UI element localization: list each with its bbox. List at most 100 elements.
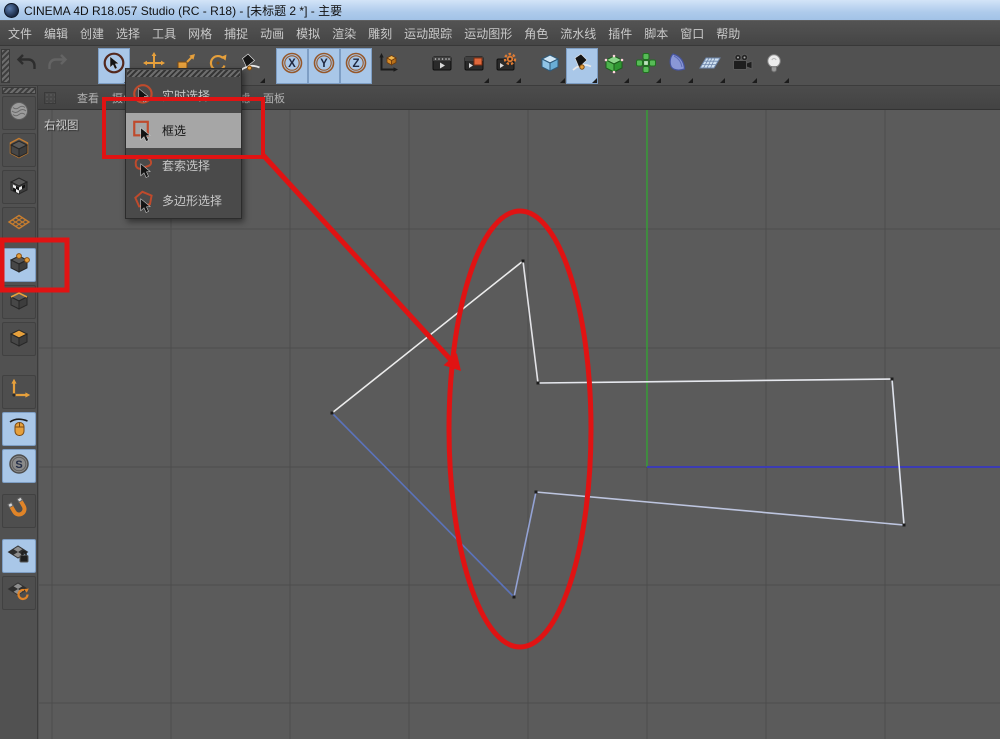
menubar-item-工具[interactable]: 工具 [146,25,182,42]
viewport-menu-面板[interactable]: 面板 [263,90,285,106]
menubar-item-运动跟踪[interactable]: 运动跟踪 [398,25,458,42]
dropdown-item-label: 实时选择 [162,87,210,104]
menubar-item-编辑[interactable]: 编辑 [38,25,74,42]
window-title: CINEMA 4D R18.057 Studio (RC - R18) - [未… [24,2,342,19]
snap-mode-button[interactable]: S [2,449,36,483]
undo-button[interactable] [12,48,42,84]
menubar-item-文件[interactable]: 文件 [2,25,38,42]
render-settings-button[interactable] [490,48,522,84]
menubar-item-模拟[interactable]: 模拟 [290,25,326,42]
menubar-item-窗口[interactable]: 窗口 [674,25,710,42]
menubar-item-角色[interactable]: 角色 [518,25,554,42]
dropdown-item-实时选择[interactable]: 实时选择 [126,78,241,113]
spline-point[interactable] [331,412,334,415]
menubar-item-动画[interactable]: 动画 [254,25,290,42]
spline-point[interactable] [513,596,516,599]
dropdown-item-label: 多边形选择 [162,192,222,209]
dropdown-item-套索选择[interactable]: 套索选择 [126,148,241,183]
polygon-mode-button[interactable] [2,322,36,356]
spline-point[interactable] [537,382,540,385]
spline-point[interactable] [891,378,894,381]
make-editable-icon [7,99,31,128]
render-settings-icon [494,51,518,80]
point-mode-button[interactable] [2,248,36,282]
undo-icon [15,51,39,80]
camera-button[interactable] [726,48,758,84]
axis-mode-button[interactable] [2,375,36,409]
primitive-cube-button[interactable] [534,48,566,84]
selection-arrow-icon [102,51,126,80]
tweak-mode-button[interactable] [2,412,36,446]
polygon-selection-icon [126,188,162,214]
render-region-button[interactable] [458,48,490,84]
spline-point[interactable] [522,260,525,263]
menubar-item-创建[interactable]: 创建 [74,25,110,42]
viewport-menu-查看[interactable]: 查看 [77,90,99,106]
magnet-snap-button[interactable] [2,494,36,528]
render-region-icon [462,51,486,80]
dropdown-item-多边形选择[interactable]: 多边形选择 [126,183,241,218]
environment-icon [698,51,722,80]
rotate-workplane-button[interactable] [2,576,36,610]
menu-bar: 文件编辑创建选择工具网格捕捉动画模拟渲染雕刻运动跟踪运动图形角色流水线插件脚本窗… [0,20,1000,46]
workplane-rotate-icon [7,579,31,608]
title-bar[interactable]: CINEMA 4D R18.057 Studio (RC - R18) - [未… [0,0,1000,20]
toolbar-drag-handle[interactable] [1,49,10,83]
light-icon [762,51,786,80]
mograph-button[interactable] [630,48,662,84]
subdivision-icon [602,51,626,80]
dropdown-item-label: 套索选择 [162,157,210,174]
model-mode-button[interactable] [2,133,36,167]
sidebar-drag-handle[interactable] [2,87,36,94]
mograph-icon [634,51,658,80]
dropdown-tearoff-handle[interactable] [127,70,240,77]
menubar-item-脚本[interactable]: 脚本 [638,25,674,42]
dropdown-item-label: 框选 [162,122,186,139]
coordinate-system-button[interactable] [372,48,404,84]
spline-point[interactable] [535,491,538,494]
lock-x-axis-button[interactable]: X [276,48,308,84]
render-view-button[interactable] [426,48,458,84]
redo-button[interactable] [42,48,72,84]
selection-tool-dropdown: 实时选择框选套索选择多边形选择 [125,68,242,219]
coordinate-system-icon [376,51,400,80]
light-button[interactable] [758,48,790,84]
axis-mode-icon [7,378,31,407]
subdivision-surface-button[interactable] [598,48,630,84]
deformer-icon [666,51,690,80]
workplane-lock-icon [7,542,31,571]
menubar-item-雕刻[interactable]: 雕刻 [362,25,398,42]
menubar-item-运动图形[interactable]: 运动图形 [458,25,518,42]
svg-text:X: X [288,58,296,70]
menubar-item-渲染[interactable]: 渲染 [326,25,362,42]
menubar-item-选择[interactable]: 选择 [110,25,146,42]
menubar-item-流水线[interactable]: 流水线 [554,25,602,42]
workplane-mode-button[interactable] [2,207,36,241]
dropdown-item-框选[interactable]: 框选 [126,113,241,148]
environment-button[interactable] [694,48,726,84]
deformer-button[interactable] [662,48,694,84]
svg-text:S: S [15,459,22,471]
menubar-item-捕捉[interactable]: 捕捉 [218,25,254,42]
convert-editable-button[interactable] [2,96,36,130]
camera-icon [730,51,754,80]
spline-pen-icon [570,51,594,80]
workplane-icon [7,210,31,239]
axis-x-icon: X [280,51,304,80]
menubar-item-插件[interactable]: 插件 [602,25,638,42]
cinema4d-app-icon [4,3,19,18]
spline-point[interactable] [903,524,906,527]
menubar-item-网格[interactable]: 网格 [182,25,218,42]
menubar-item-帮助[interactable]: 帮助 [710,25,746,42]
texture-mode-button[interactable] [2,170,36,204]
lock-y-axis-button[interactable]: Y [308,48,340,84]
lock-workplane-button[interactable] [2,539,36,573]
redo-icon [45,51,69,80]
axis-z-icon: Z [344,51,368,80]
viewport-menu-drag-handle[interactable] [44,92,56,104]
spline-pen-button[interactable] [566,48,598,84]
live-selection-icon [126,83,162,109]
lock-z-axis-button[interactable]: Z [340,48,372,84]
axis-y-icon: Y [312,51,336,80]
edge-mode-button[interactable] [2,285,36,319]
